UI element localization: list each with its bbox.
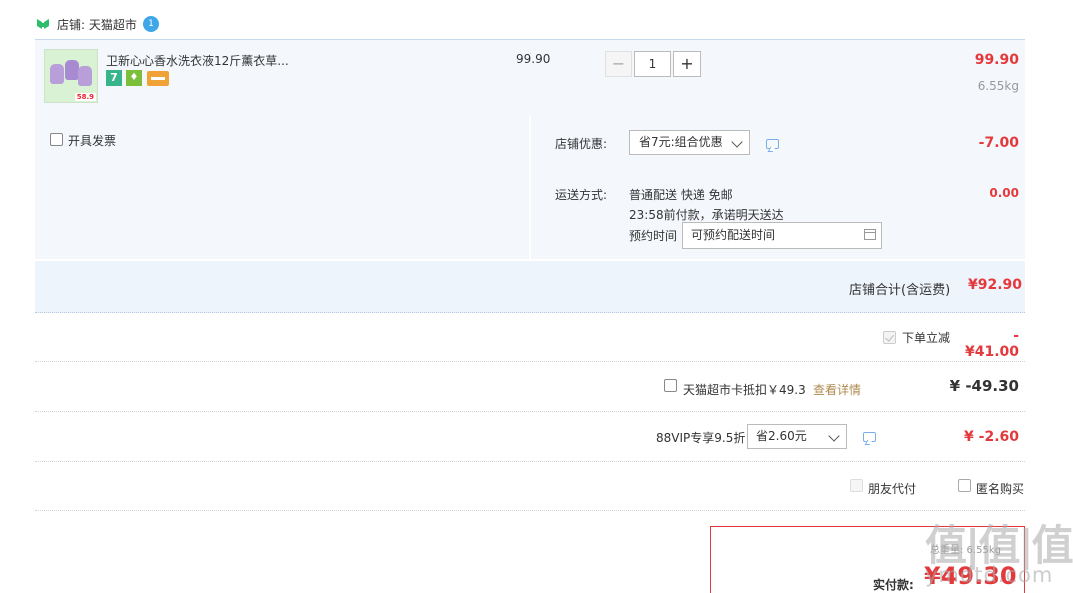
shop-discount-select[interactable]: 省7元:组合优惠 [629, 130, 750, 155]
calendar-icon [864, 229, 876, 240]
vip-discount-selected: 省2.60元 [756, 429, 807, 443]
watermark-url: ymdtd.com [925, 563, 1054, 587]
seven-day-return-icon: 7 [106, 70, 122, 86]
card-payment-icon [147, 71, 169, 86]
shop-name[interactable]: 店铺: 天猫超市 [57, 16, 137, 33]
market-card-checkbox[interactable] [664, 379, 677, 392]
shop-total-label: 店铺合计(含运费) [849, 283, 951, 298]
item-row [35, 39, 1025, 117]
row-divider [35, 461, 1025, 462]
anonymous-purchase-label: 匿名购买 [976, 482, 1025, 496]
shipping-label: 运送方式: [555, 188, 608, 202]
vip-discount-label: 88VIP专享9.5折 [656, 431, 746, 445]
shop-discount-selected: 省7元:组合优惠 [639, 135, 723, 149]
shop-discount-label: 店铺优惠: [555, 137, 608, 151]
anonymous-purchase-checkbox[interactable] [958, 479, 971, 492]
delivery-promise: 23:58前付款，承诺明天送达 [629, 208, 784, 222]
appointment-time-input[interactable]: 可预约配送时间 [682, 222, 882, 249]
instant-discount-checkbox [883, 331, 896, 344]
vip-discount-select[interactable]: 省2.60元 [747, 424, 847, 449]
friend-pay-label: 朋友代付 [868, 482, 917, 496]
invoice-label: 开具发票 [68, 134, 117, 148]
contact-seller-icon[interactable]: 1 [143, 16, 159, 32]
chevron-down-icon [828, 430, 840, 442]
market-card-details-link[interactable]: 查看详情 [813, 381, 861, 398]
product-title[interactable]: 卫新心心香水洗衣液12斤薰衣草... [106, 52, 289, 69]
product-thumbnail[interactable]: 58.9 [44, 49, 98, 103]
shipping-fee: 0.00 [989, 186, 1019, 200]
shop-total-value: ¥92.90 [968, 277, 1023, 293]
guarantee-icon: ♦ [126, 70, 142, 86]
appointment-placeholder: 可预约配送时间 [691, 228, 776, 242]
invoice-checkbox[interactable] [50, 133, 63, 146]
shop-discount-value: -7.00 [978, 135, 1019, 151]
thumb-price-tag: 58.9 [74, 93, 96, 101]
market-card-value: ¥ -49.30 [949, 377, 1019, 395]
quantity-decrease-button[interactable]: − [605, 51, 632, 77]
row-divider [35, 361, 1025, 362]
chevron-down-icon [731, 136, 743, 148]
shop-icon [37, 19, 49, 29]
panel-divider [529, 116, 531, 259]
friend-pay-checkbox[interactable] [850, 479, 863, 492]
row-divider [35, 411, 1025, 412]
quantity-increase-button[interactable]: + [673, 51, 701, 77]
unit-price: 99.90 [516, 52, 551, 66]
comment-icon[interactable] [766, 139, 779, 149]
actual-payment-label: 实付款: [873, 578, 914, 592]
vip-discount-value: ¥ -2.60 [964, 429, 1019, 445]
appointment-label: 预约时间 [629, 229, 678, 243]
instant-discount-value: -¥41.00 [964, 328, 1019, 360]
row-divider [35, 510, 1025, 511]
item-subtotal: 99.90 [974, 52, 1019, 68]
item-weight: 6.55kg [977, 79, 1019, 93]
market-card-label: 天猫超市卡抵扣￥49.3 [683, 383, 806, 397]
instant-discount-label: 下单立减 [902, 331, 951, 345]
comment-icon[interactable] [863, 432, 876, 442]
shipping-method: 普通配送 快递 免邮 [629, 188, 733, 202]
quantity-input[interactable]: 1 [634, 51, 671, 77]
